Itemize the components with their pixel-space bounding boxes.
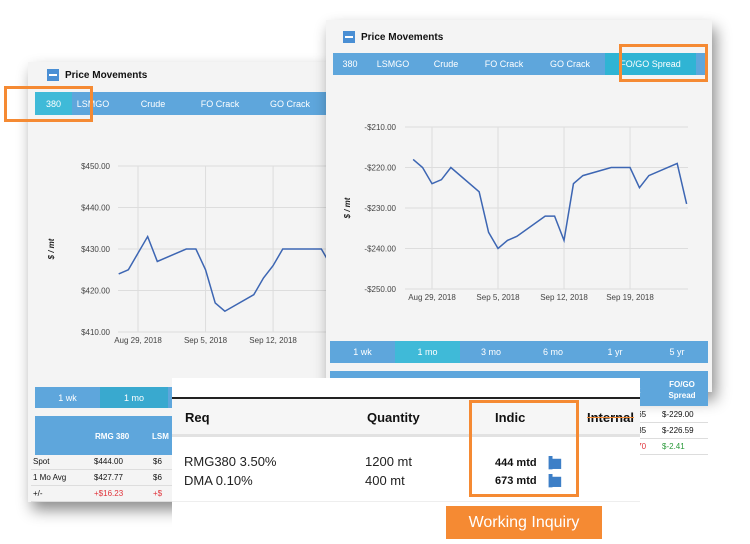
x-tick-label: Aug 29, 2018	[408, 293, 456, 302]
price-line	[412, 158, 688, 250]
period-tabs: 1 wk 1 mo 3 mo 6 mo 1 yr 5 yr	[330, 341, 708, 363]
header-internal: Internal	[587, 410, 634, 425]
period-1mo[interactable]: 1 mo	[100, 387, 168, 408]
col-rmg380: RMG 380	[95, 432, 130, 441]
x-tick-label: Sep 12, 2018	[540, 293, 588, 302]
cell-v2: $-229.00	[662, 410, 694, 419]
cell-v2: $-2.41	[662, 442, 685, 451]
cell-v1: $444.00	[94, 457, 123, 466]
working-inquiry-badge: Working Inquiry	[446, 506, 602, 539]
x-tick-label: Sep 19, 2018	[606, 293, 654, 302]
cell-label: +/-	[33, 489, 43, 498]
cell-v2: $6	[153, 457, 162, 466]
highlight-fo-go-spread-tab	[619, 44, 708, 82]
header-quantity: Quantity	[367, 410, 420, 425]
cell-label: Spot	[33, 457, 50, 466]
y-tick-label: -$210.00	[364, 123, 396, 132]
cell-v2: $6	[153, 473, 162, 482]
y-tick-label: -$230.00	[364, 204, 396, 213]
y-tick-label: $410.00	[81, 328, 110, 337]
period-1yr[interactable]: 1 yr	[584, 341, 646, 363]
y-tick-label: $420.00	[81, 287, 110, 296]
y-tick-label: -$240.00	[364, 245, 396, 254]
quantity-2: 400 mt	[365, 473, 405, 488]
req-2: DMA 0.10%	[184, 473, 253, 488]
period-6mo[interactable]: 6 mo	[522, 341, 584, 363]
req-1: RMG380 3.50%	[184, 454, 277, 469]
period-1wk[interactable]: 1 wk	[330, 341, 395, 363]
y-axis-label: $ / mt	[343, 197, 352, 219]
price-line	[118, 234, 332, 313]
period-1wk[interactable]: 1 wk	[35, 387, 100, 408]
y-tick-label: -$220.00	[364, 164, 396, 173]
period-5yr[interactable]: 5 yr	[646, 341, 708, 363]
period-1mo[interactable]: 1 mo	[395, 341, 460, 363]
cell-v2: +$	[153, 489, 163, 498]
col-fo-go-spread: FO/GO Spread	[668, 380, 696, 400]
y-tick-label: -$250.00	[364, 285, 396, 294]
x-tick-label: Sep 5, 2018	[476, 293, 520, 302]
highlight-380-tab	[4, 86, 93, 122]
header-req: Req	[185, 410, 210, 425]
x-tick-label: Sep 5, 2018	[184, 336, 228, 345]
y-tick-label: $450.00	[81, 162, 110, 171]
period-3mo[interactable]: 3 mo	[460, 341, 522, 363]
col-lsmgo: LSM	[152, 432, 169, 441]
cell-label: 1 Mo Avg	[33, 473, 67, 482]
cell-v2: $-226.59	[662, 426, 694, 435]
y-axis-label: $ / mt	[47, 238, 56, 260]
y-tick-label: $430.00	[81, 245, 110, 254]
x-tick-label: Aug 29, 2018	[114, 336, 162, 345]
quantity-1: 1200 mt	[365, 454, 412, 469]
cell-v1: +$16.23	[94, 489, 124, 498]
cell-v1: $427.77	[94, 473, 123, 482]
x-tick-label: Sep 12, 2018	[249, 336, 297, 345]
y-tick-label: $440.00	[81, 204, 110, 213]
highlight-indic-column	[469, 400, 579, 497]
